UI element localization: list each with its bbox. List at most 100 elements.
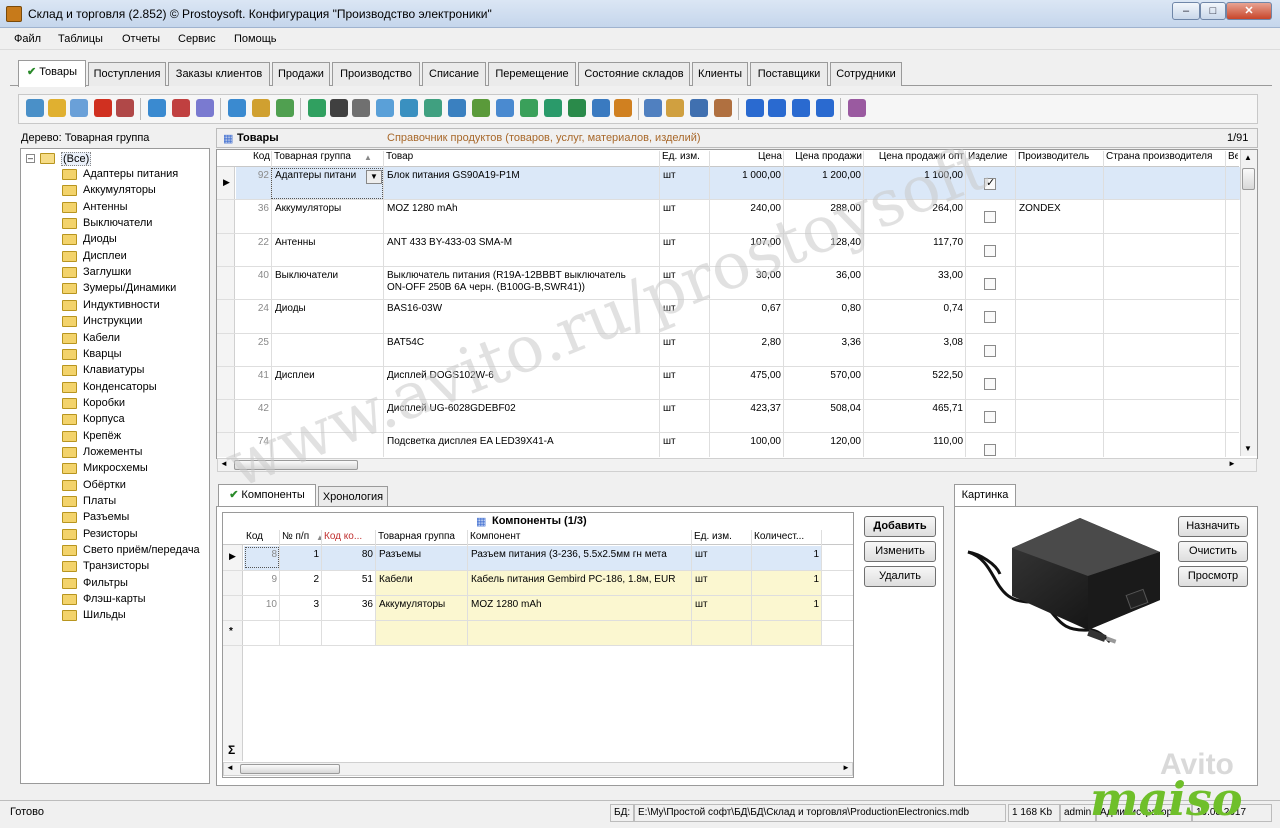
- tab-writeoff[interactable]: Списание: [422, 62, 486, 86]
- clear-image-button[interactable]: Очистить: [1178, 541, 1248, 562]
- product-flag-checkbox[interactable]: [984, 244, 996, 257]
- grid-cell-sale[interactable]: 120,00: [787, 436, 861, 447]
- group-icon[interactable]: [276, 99, 294, 117]
- refresh-icon[interactable]: [308, 99, 326, 117]
- component-cell-comp[interactable]: Кабель питания Gembird PC-186, 1.8м, EUR: [471, 574, 689, 585]
- grid-cell-sale[interactable]: 3,36: [787, 337, 861, 348]
- component-cell-comp[interactable]: Разъем питания (3-236, 5.5х2.5мм гн мета: [471, 549, 689, 560]
- component-cell-cc[interactable]: 36: [325, 599, 373, 610]
- component-cell-code[interactable]: 9: [247, 574, 277, 585]
- edit-button[interactable]: Изменить: [864, 541, 936, 562]
- column-header[interactable]: Страна производителя: [1106, 151, 1224, 167]
- product-flag-checkbox[interactable]: [984, 344, 996, 357]
- column-header[interactable]: Товар: [386, 151, 658, 167]
- grid-cell-group[interactable]: Диоды: [275, 303, 381, 314]
- next-record-icon[interactable]: [792, 99, 810, 117]
- grid-cell-opt[interactable]: 110,00: [867, 436, 963, 447]
- grid-cell-code[interactable]: 74: [239, 436, 269, 447]
- delete-all-icon[interactable]: [116, 99, 134, 117]
- sheet-icon[interactable]: [544, 99, 562, 117]
- tab-picture[interactable]: Картинка: [954, 484, 1016, 506]
- scroll-left-icon[interactable]: ◄: [226, 763, 234, 772]
- memo-icon[interactable]: [714, 99, 732, 117]
- tab-goods[interactable]: ✔ Товары: [18, 60, 86, 87]
- product-flag-checkbox[interactable]: [984, 311, 996, 324]
- grid-cell-opt[interactable]: 3,08: [867, 337, 963, 348]
- component-cell-qty[interactable]: 1: [755, 549, 819, 560]
- scroll-thumb[interactable]: [234, 460, 358, 470]
- tab-sales[interactable]: Продажи: [272, 62, 330, 86]
- tab-components[interactable]: ✔ Компоненты: [218, 484, 316, 506]
- component-cell-cc[interactable]: 51: [325, 574, 373, 585]
- columns-icon[interactable]: [592, 99, 610, 117]
- grid-cell-opt[interactable]: 522,50: [867, 370, 963, 381]
- grid-cell-product[interactable]: ANT 433 BY-433-03 SMA-M: [387, 237, 657, 248]
- grid-cell-unit[interactable]: шт: [663, 203, 707, 214]
- scroll-up-icon[interactable]: ▲: [1244, 153, 1252, 162]
- settings-icon[interactable]: [848, 99, 866, 117]
- document-icon[interactable]: [666, 99, 684, 117]
- view-image-button[interactable]: Просмотр: [1178, 566, 1248, 587]
- grid-cell-product[interactable]: BAT54C: [387, 337, 657, 348]
- grid-cell-sale[interactable]: 1 200,00: [787, 170, 861, 181]
- grid-cell-unit[interactable]: шт: [663, 170, 707, 181]
- component-cell-n[interactable]: 1: [283, 549, 319, 560]
- menu-reports[interactable]: Отчеты: [122, 33, 160, 45]
- grid-cell-code[interactable]: 25: [239, 337, 269, 348]
- column-header[interactable]: Изделие: [968, 151, 1014, 167]
- grid-cell-price[interactable]: 240,00: [713, 203, 781, 214]
- component-cell-unit[interactable]: шт: [695, 599, 749, 610]
- tab-clients[interactable]: Клиенты: [692, 62, 748, 86]
- scroll-thumb[interactable]: [1242, 168, 1255, 190]
- excel-import-icon[interactable]: [496, 99, 514, 117]
- grid-cell-unit[interactable]: шт: [663, 237, 707, 248]
- component-cell-comp[interactable]: MOZ 1280 mAh: [471, 599, 689, 610]
- tab-employees[interactable]: Сотрудники: [830, 62, 902, 86]
- column-header[interactable]: Ве: [1228, 151, 1238, 167]
- grid-cell-unit[interactable]: шт: [663, 403, 707, 414]
- component-cell-n[interactable]: 3: [283, 599, 319, 610]
- grid-cell-sale[interactable]: 128,40: [787, 237, 861, 248]
- grid-cell-product[interactable]: Дисплей UG-6028GDEBF02: [387, 403, 657, 414]
- filter-clear-icon[interactable]: [196, 99, 214, 117]
- grid-cell-opt[interactable]: 264,00: [867, 203, 963, 214]
- vertical-scrollbar[interactable]: [1240, 150, 1257, 456]
- column-header[interactable]: Цена: [712, 151, 782, 167]
- filter-icon[interactable]: [148, 99, 166, 117]
- grid-cell-group[interactable]: Дисплеи: [275, 370, 381, 381]
- grid-cell-unit[interactable]: шт: [663, 337, 707, 348]
- grid-cell-code[interactable]: 22: [239, 237, 269, 248]
- tab-transfer[interactable]: Перемещение: [488, 62, 576, 86]
- collapse-icon[interactable]: –: [26, 154, 35, 163]
- grid-cell-price[interactable]: 423,37: [713, 403, 781, 414]
- grid-cell-code[interactable]: 24: [239, 303, 269, 314]
- grid-cell-product-line2[interactable]: ON-OFF 250В 6А черн. (B100G-B,SWR41)): [387, 282, 657, 293]
- column-header[interactable]: Цена продажи опт: [866, 151, 964, 167]
- product-flag-checkbox[interactable]: [984, 211, 996, 224]
- grid-cell-maker[interactable]: ZONDEX: [1019, 203, 1101, 214]
- tab-receipts[interactable]: Поступления: [88, 62, 166, 86]
- excel-export-icon[interactable]: [472, 99, 490, 117]
- grid-cell-group[interactable]: Выключатели: [275, 270, 381, 281]
- grid-cell-price[interactable]: 1 000,00: [713, 170, 781, 181]
- grid-cell-product[interactable]: BAS16-03W: [387, 303, 657, 314]
- filter-remove-icon[interactable]: [172, 99, 190, 117]
- product-flag-checkbox[interactable]: [984, 277, 996, 290]
- component-cell-unit[interactable]: шт: [695, 574, 749, 585]
- import-icon[interactable]: [448, 99, 466, 117]
- menu-file[interactable]: Файл: [14, 33, 41, 45]
- column-header[interactable]: Цена продажи: [786, 151, 862, 167]
- grid-cell-code[interactable]: 36: [239, 203, 269, 214]
- grid-cell-price[interactable]: 30,00: [713, 270, 781, 281]
- grid-cell-unit[interactable]: шт: [663, 270, 707, 281]
- column-header[interactable]: Ед. изм.: [662, 151, 708, 167]
- grid-cell-sale[interactable]: 288,00: [787, 203, 861, 214]
- grid-cell-code[interactable]: 92: [239, 170, 269, 181]
- component-cell-group[interactable]: Разъемы: [379, 549, 465, 560]
- grid-cell-group[interactable]: Антенны: [275, 237, 381, 248]
- add-button[interactable]: Добавить: [864, 516, 936, 537]
- edit-icon[interactable]: [48, 99, 66, 117]
- component-cell-n[interactable]: 2: [283, 574, 319, 585]
- print-icon[interactable]: [352, 99, 370, 117]
- component-cell-qty[interactable]: 1: [755, 599, 819, 610]
